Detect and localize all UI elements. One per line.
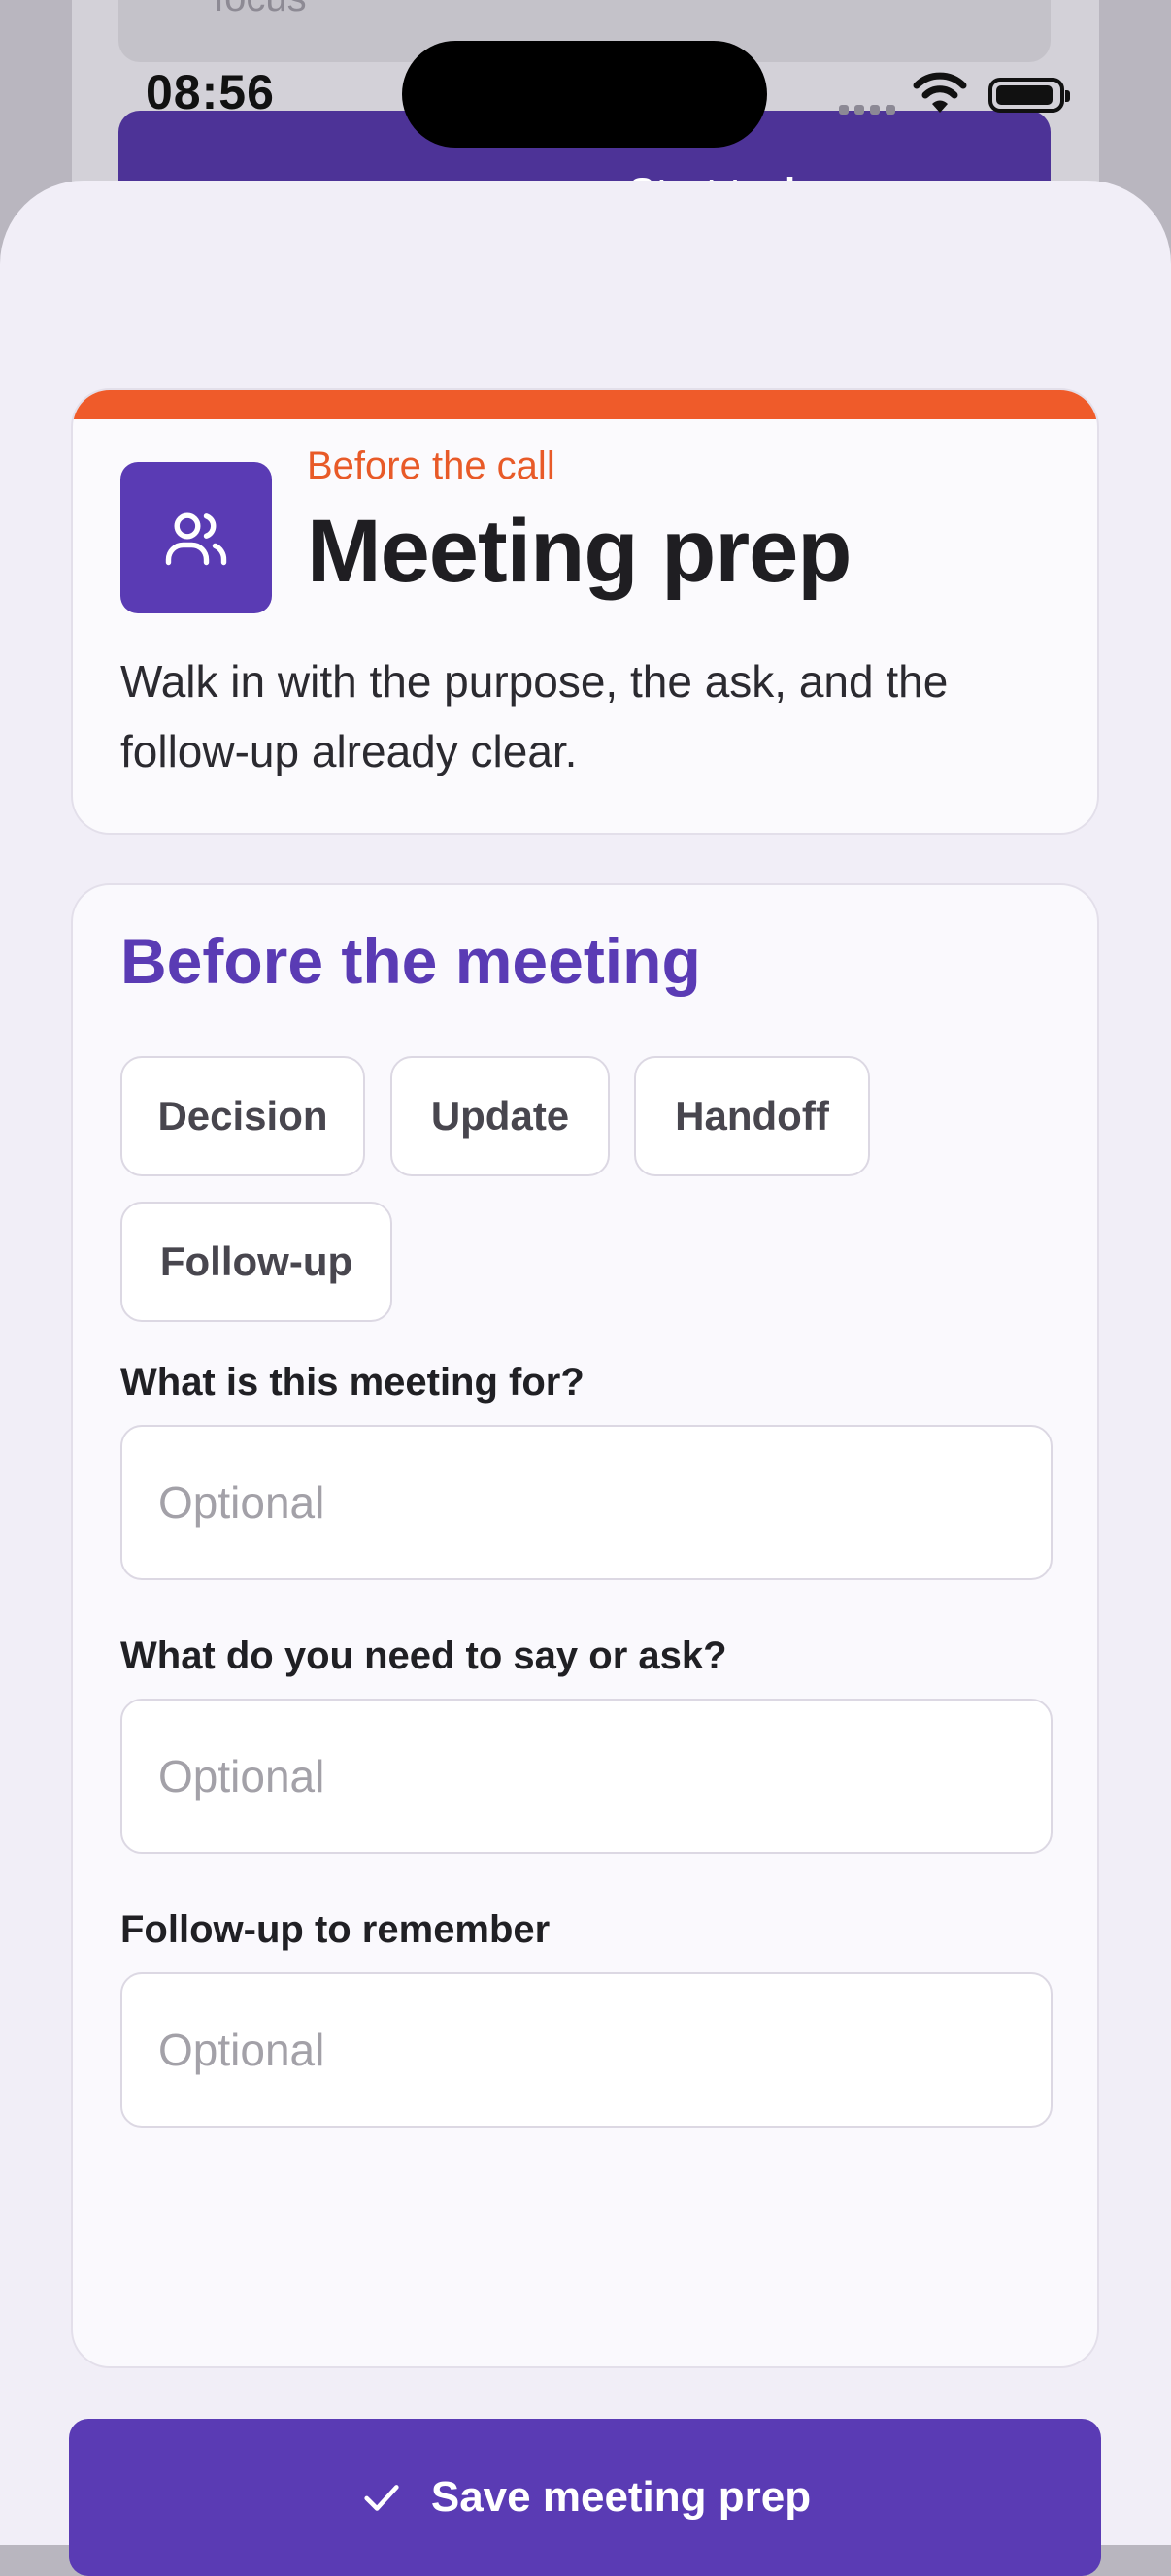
eyebrow-label: Before the call [307, 445, 555, 487]
battery-icon [988, 78, 1070, 113]
field-label-follow-up: Follow-up to remember [120, 1908, 551, 1951]
page-description: Walk in with the purpose, the ask, and t… [120, 656, 949, 776]
chip-follow-up[interactable]: Follow-up [120, 1202, 392, 1322]
purpose-input[interactable] [120, 1425, 1053, 1580]
field-label-ask: What do you need to say or ask? [120, 1635, 727, 1677]
save-meeting-prep-button[interactable]: Save meeting prep [69, 2419, 1101, 2576]
chip-handoff[interactable]: Handoff [634, 1056, 870, 1176]
people-icon [120, 462, 272, 613]
checkmark-icon [364, 2485, 399, 2511]
page-title: Meeting prep [307, 502, 852, 601]
header-card: Before the call Meeting prep Walk in wit… [71, 388, 1099, 835]
field-label-purpose: What is this meeting for? [120, 1361, 585, 1404]
meeting-prep-sheet: Before the call Meeting prep Walk in wit… [0, 181, 1171, 2576]
save-button-label: Save meeting prep [430, 2473, 812, 2521]
dynamic-island [402, 41, 767, 148]
follow-up-input[interactable] [120, 1972, 1053, 2128]
signal-icon [839, 101, 897, 115]
section-title: Before the meeting [120, 925, 701, 997]
chip-update[interactable]: Update [390, 1056, 610, 1176]
form-card: Before the meeting Decision Update Hando… [71, 883, 1099, 2368]
ask-input[interactable] [120, 1699, 1053, 1854]
chip-decision[interactable]: Decision [120, 1056, 365, 1176]
accent-strip [73, 390, 1097, 419]
status-bar: 08:56 [0, 0, 1171, 175]
wifi-icon [913, 72, 967, 113]
status-time: 08:56 [146, 65, 275, 119]
